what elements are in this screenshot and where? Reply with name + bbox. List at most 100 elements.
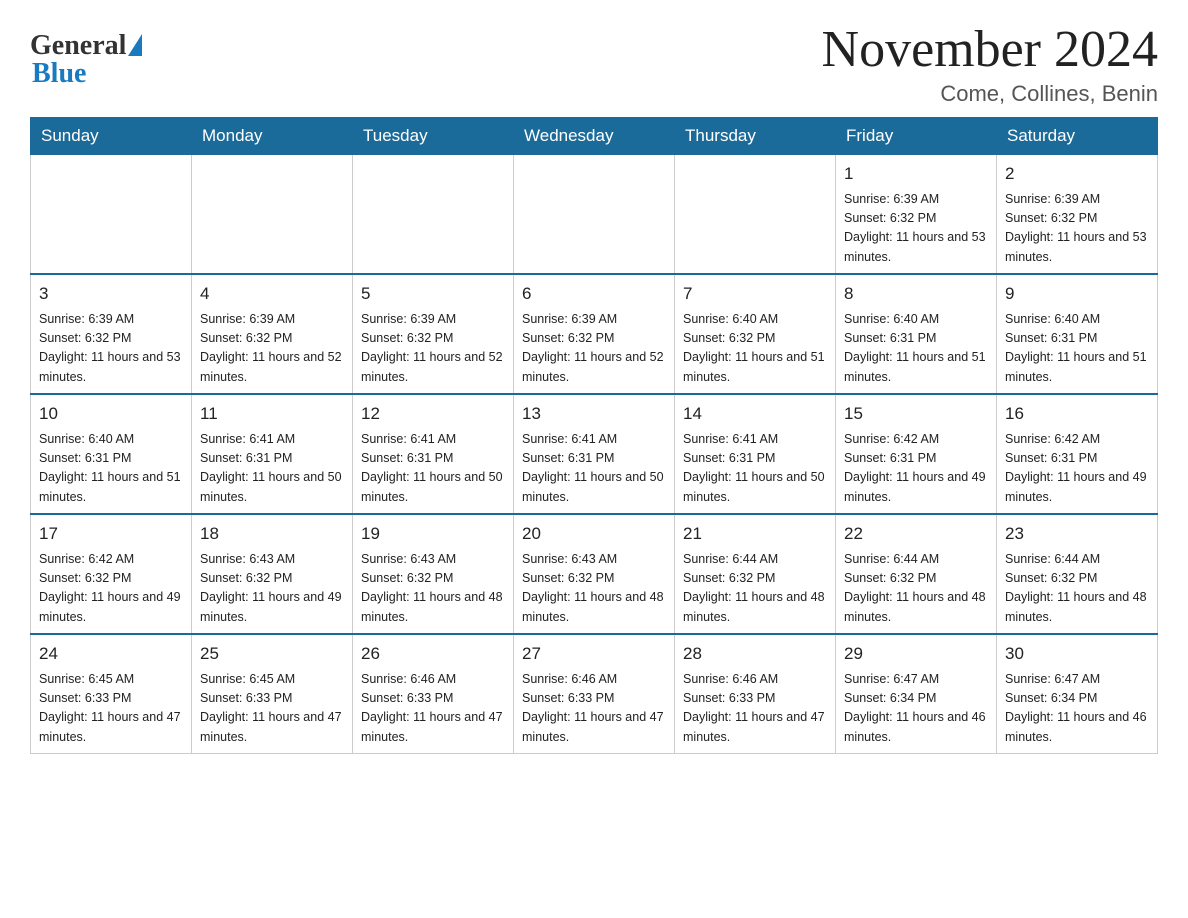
day-number: 6 xyxy=(522,281,666,307)
calendar-cell: 14 Sunrise: 6:41 AMSunset: 6:31 PMDayligh… xyxy=(675,394,836,514)
column-header-monday: Monday xyxy=(192,118,353,155)
column-header-wednesday: Wednesday xyxy=(514,118,675,155)
column-header-friday: Friday xyxy=(836,118,997,155)
calendar-cell: 19Sunrise: 6:43 AMSunset: 6:32 PMDayligh… xyxy=(353,514,514,634)
calendar-cell: 8 Sunrise: 6:40 AMSunset: 6:31 PMDaylight… xyxy=(836,274,997,394)
calendar-cell: 25Sunrise: 6:45 AMSunset: 6:33 PMDayligh… xyxy=(192,634,353,754)
day-number: 11 xyxy=(200,401,344,427)
calendar-cell: 29Sunrise: 6:47 AMSunset: 6:34 PMDayligh… xyxy=(836,634,997,754)
calendar-cell: 28 Sunrise: 6:46 AMSunset: 6:33 PMDayligh… xyxy=(675,634,836,754)
calendar-cell: 16 Sunrise: 6:42 AMSunset: 6:31 PMDayligh… xyxy=(997,394,1158,514)
calendar-cell: 15 Sunrise: 6:42 AMSunset: 6:31 PMDayligh… xyxy=(836,394,997,514)
day-number: 28 xyxy=(683,641,827,667)
calendar-cell: 2Sunrise: 6:39 AMSunset: 6:32 PMDaylight… xyxy=(997,155,1158,275)
page-header: General Blue November 2024 Come, Colline… xyxy=(30,20,1158,107)
calendar-week-row: 3Sunrise: 6:39 AMSunset: 6:32 PMDaylight… xyxy=(31,274,1158,394)
calendar-cell: 12 Sunrise: 6:41 AMSunset: 6:31 PMDayligh… xyxy=(353,394,514,514)
column-header-tuesday: Tuesday xyxy=(353,118,514,155)
calendar-cell: 10 Sunrise: 6:40 AMSunset: 6:31 PMDayligh… xyxy=(31,394,192,514)
calendar-cell: 26 Sunrise: 6:46 AMSunset: 6:33 PMDayligh… xyxy=(353,634,514,754)
calendar-table: SundayMondayTuesdayWednesdayThursdayFrid… xyxy=(30,117,1158,754)
day-number: 23 xyxy=(1005,521,1149,547)
day-info: Sunrise: 6:43 AMSunset: 6:32 PMDaylight:… xyxy=(522,550,666,628)
day-number: 26 xyxy=(361,641,505,667)
calendar-week-row: 10 Sunrise: 6:40 AMSunset: 6:31 PMDayligh… xyxy=(31,394,1158,514)
day-info: Sunrise: 6:39 AMSunset: 6:32 PMDaylight:… xyxy=(844,190,988,268)
day-number: 25 xyxy=(200,641,344,667)
title-block: November 2024 Come, Collines, Benin xyxy=(822,20,1158,107)
calendar-cell: 3Sunrise: 6:39 AMSunset: 6:32 PMDaylight… xyxy=(31,274,192,394)
day-number: 21 xyxy=(683,521,827,547)
calendar-week-row: 1Sunrise: 6:39 AMSunset: 6:32 PMDaylight… xyxy=(31,155,1158,275)
day-info: Sunrise: 6:41 AMSunset: 6:31 PMDaylight:… xyxy=(522,430,666,508)
calendar-cell: 27Sunrise: 6:46 AMSunset: 6:33 PMDayligh… xyxy=(514,634,675,754)
day-info: Sunrise: 6:39 AMSunset: 6:32 PMDaylight:… xyxy=(522,310,666,388)
calendar-cell xyxy=(353,155,514,275)
day-info: Sunrise: 6:44 AMSunset: 6:32 PMDaylight:… xyxy=(683,550,827,628)
column-header-saturday: Saturday xyxy=(997,118,1158,155)
calendar-cell: 6 Sunrise: 6:39 AMSunset: 6:32 PMDaylight… xyxy=(514,274,675,394)
day-info: Sunrise: 6:41 AMSunset: 6:31 PMDaylight:… xyxy=(683,430,827,508)
day-number: 15 xyxy=(844,401,988,427)
day-number: 16 xyxy=(1005,401,1149,427)
calendar-cell xyxy=(31,155,192,275)
day-info: Sunrise: 6:41 AMSunset: 6:31 PMDaylight:… xyxy=(361,430,505,508)
day-number: 4 xyxy=(200,281,344,307)
day-info: Sunrise: 6:47 AMSunset: 6:34 PMDaylight:… xyxy=(1005,670,1149,748)
day-number: 13 xyxy=(522,401,666,427)
day-info: Sunrise: 6:40 AMSunset: 6:31 PMDaylight:… xyxy=(1005,310,1149,388)
day-info: Sunrise: 6:40 AMSunset: 6:32 PMDaylight:… xyxy=(683,310,827,388)
day-info: Sunrise: 6:39 AMSunset: 6:32 PMDaylight:… xyxy=(200,310,344,388)
day-number: 27 xyxy=(522,641,666,667)
logo: General Blue xyxy=(30,30,142,90)
calendar-cell xyxy=(514,155,675,275)
day-number: 22 xyxy=(844,521,988,547)
location-subtitle: Come, Collines, Benin xyxy=(822,81,1158,107)
calendar-cell: 7 Sunrise: 6:40 AMSunset: 6:32 PMDaylight… xyxy=(675,274,836,394)
day-info: Sunrise: 6:44 AMSunset: 6:32 PMDaylight:… xyxy=(844,550,988,628)
day-number: 24 xyxy=(39,641,183,667)
day-number: 30 xyxy=(1005,641,1149,667)
day-info: Sunrise: 6:46 AMSunset: 6:33 PMDaylight:… xyxy=(683,670,827,748)
day-info: Sunrise: 6:42 AMSunset: 6:32 PMDaylight:… xyxy=(39,550,183,628)
calendar-cell: 30 Sunrise: 6:47 AMSunset: 6:34 PMDayligh… xyxy=(997,634,1158,754)
calendar-cell xyxy=(192,155,353,275)
logo-blue-text: Blue xyxy=(32,58,86,90)
calendar-week-row: 24Sunrise: 6:45 AMSunset: 6:33 PMDayligh… xyxy=(31,634,1158,754)
day-info: Sunrise: 6:41 AMSunset: 6:31 PMDaylight:… xyxy=(200,430,344,508)
day-number: 2 xyxy=(1005,161,1149,187)
day-number: 8 xyxy=(844,281,988,307)
day-info: Sunrise: 6:39 AMSunset: 6:32 PMDaylight:… xyxy=(361,310,505,388)
calendar-cell: 5 Sunrise: 6:39 AMSunset: 6:32 PMDaylight… xyxy=(353,274,514,394)
day-info: Sunrise: 6:42 AMSunset: 6:31 PMDaylight:… xyxy=(844,430,988,508)
calendar-cell: 4 Sunrise: 6:39 AMSunset: 6:32 PMDaylight… xyxy=(192,274,353,394)
day-number: 18 xyxy=(200,521,344,547)
day-number: 5 xyxy=(361,281,505,307)
calendar-cell: 21 Sunrise: 6:44 AMSunset: 6:32 PMDayligh… xyxy=(675,514,836,634)
day-info: Sunrise: 6:40 AMSunset: 6:31 PMDaylight:… xyxy=(844,310,988,388)
column-header-thursday: Thursday xyxy=(675,118,836,155)
day-number: 14 xyxy=(683,401,827,427)
calendar-cell: 13 Sunrise: 6:41 AMSunset: 6:31 PMDayligh… xyxy=(514,394,675,514)
calendar-cell xyxy=(675,155,836,275)
calendar-cell: 9Sunrise: 6:40 AMSunset: 6:31 PMDaylight… xyxy=(997,274,1158,394)
day-info: Sunrise: 6:40 AMSunset: 6:31 PMDaylight:… xyxy=(39,430,183,508)
logo-triangle-icon xyxy=(128,34,142,56)
day-info: Sunrise: 6:39 AMSunset: 6:32 PMDaylight:… xyxy=(39,310,183,388)
day-info: Sunrise: 6:42 AMSunset: 6:31 PMDaylight:… xyxy=(1005,430,1149,508)
day-number: 12 xyxy=(361,401,505,427)
day-info: Sunrise: 6:44 AMSunset: 6:32 PMDaylight:… xyxy=(1005,550,1149,628)
day-number: 17 xyxy=(39,521,183,547)
day-info: Sunrise: 6:43 AMSunset: 6:32 PMDaylight:… xyxy=(361,550,505,628)
day-info: Sunrise: 6:43 AMSunset: 6:32 PMDaylight:… xyxy=(200,550,344,628)
day-number: 7 xyxy=(683,281,827,307)
month-title: November 2024 xyxy=(822,20,1158,79)
calendar-cell: 11 Sunrise: 6:41 AMSunset: 6:31 PMDayligh… xyxy=(192,394,353,514)
column-header-sunday: Sunday xyxy=(31,118,192,155)
calendar-week-row: 17 Sunrise: 6:42 AMSunset: 6:32 PMDayligh… xyxy=(31,514,1158,634)
calendar-cell: 18 Sunrise: 6:43 AMSunset: 6:32 PMDayligh… xyxy=(192,514,353,634)
day-number: 20 xyxy=(522,521,666,547)
calendar-cell: 1Sunrise: 6:39 AMSunset: 6:32 PMDaylight… xyxy=(836,155,997,275)
day-number: 10 xyxy=(39,401,183,427)
day-info: Sunrise: 6:46 AMSunset: 6:33 PMDaylight:… xyxy=(361,670,505,748)
